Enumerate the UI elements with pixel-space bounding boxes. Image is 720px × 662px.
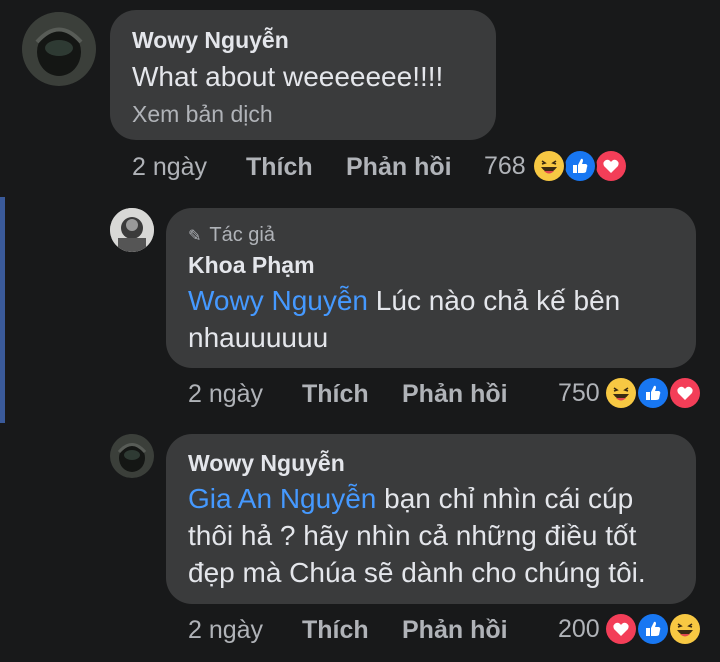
commenter-name[interactable]: Wowy Nguyễn	[132, 27, 289, 54]
author-badge: ✎ Tác giả	[188, 224, 275, 247]
reaction-count: 768	[484, 152, 526, 180]
commenter-name[interactable]: Wowy Nguyễn	[188, 450, 345, 477]
love-reaction-icon	[594, 149, 628, 183]
reaction-count: 750	[558, 379, 600, 407]
author-badge-label: Tác giả	[209, 224, 275, 246]
comment-text-line-2: nhauuuuuu	[188, 322, 329, 353]
like-button[interactable]: Thích	[302, 380, 369, 409]
love-reaction-icon	[668, 376, 702, 410]
mention-link[interactable]: Gia An Nguyễn	[188, 483, 376, 514]
comment-text-line-1: Lúc nào chả kế bên	[375, 285, 621, 316]
reply-thread-line	[0, 197, 5, 423]
reaction-count: 200	[558, 615, 600, 643]
like-reaction-icon	[563, 149, 597, 183]
avatar[interactable]	[22, 12, 96, 86]
like-button[interactable]: Thích	[246, 153, 313, 182]
mention-link[interactable]: Wowy Nguyễn	[188, 285, 368, 316]
timestamp[interactable]: 2 ngày	[188, 616, 263, 645]
reply-button[interactable]: Phản hồi	[402, 380, 508, 409]
timestamp[interactable]: 2 ngày	[188, 380, 263, 409]
love-reaction-icon	[604, 612, 638, 646]
timestamp[interactable]: 2 ngày	[132, 153, 207, 182]
like-reaction-icon	[636, 376, 670, 410]
helmet-avatar-icon	[22, 12, 96, 86]
like-button[interactable]: Thích	[302, 616, 369, 645]
see-translation-link[interactable]: Xem bản dịch	[132, 101, 273, 128]
reply-button[interactable]: Phản hồi	[346, 153, 452, 182]
haha-reaction-icon	[604, 376, 638, 410]
user-photo-icon	[110, 208, 154, 252]
avatar[interactable]	[110, 208, 154, 252]
comment-bubble: Wowy Nguyễn What about weeeeeee!!!! Xem …	[110, 10, 496, 140]
reply-button[interactable]: Phản hồi	[402, 616, 508, 645]
like-reaction-icon	[636, 612, 670, 646]
comment-text-line-2: thôi hả ? hãy nhìn cả những điều tốt	[188, 520, 637, 551]
comment-text: Gia An Nguyễn bạn chỉ nhìn cái cúp thôi …	[188, 480, 688, 591]
helmet-avatar-icon	[110, 434, 154, 478]
commenter-name[interactable]: Khoa Phạm	[188, 252, 315, 279]
comment-text-line-3: đẹp mà Chúa sẽ dành cho chúng tôi.	[188, 557, 646, 588]
comment-text-line-1: bạn chỉ nhìn cái cúp	[384, 483, 634, 514]
haha-reaction-icon	[532, 149, 566, 183]
comment-bubble: Wowy Nguyễn Gia An Nguyễn bạn chỉ nhìn c…	[166, 434, 696, 604]
comment-text: What about weeeeeee!!!!	[132, 61, 444, 92]
avatar[interactable]	[110, 434, 154, 478]
comment-bubble: ✎ Tác giả Khoa Phạm Wowy Nguyễn Lúc nào c…	[166, 208, 696, 368]
pencil-icon: ✎	[188, 228, 202, 245]
comment-text: Wowy Nguyễn Lúc nào chả kế bên nhauuuuuu	[188, 282, 658, 356]
haha-reaction-icon	[668, 612, 702, 646]
